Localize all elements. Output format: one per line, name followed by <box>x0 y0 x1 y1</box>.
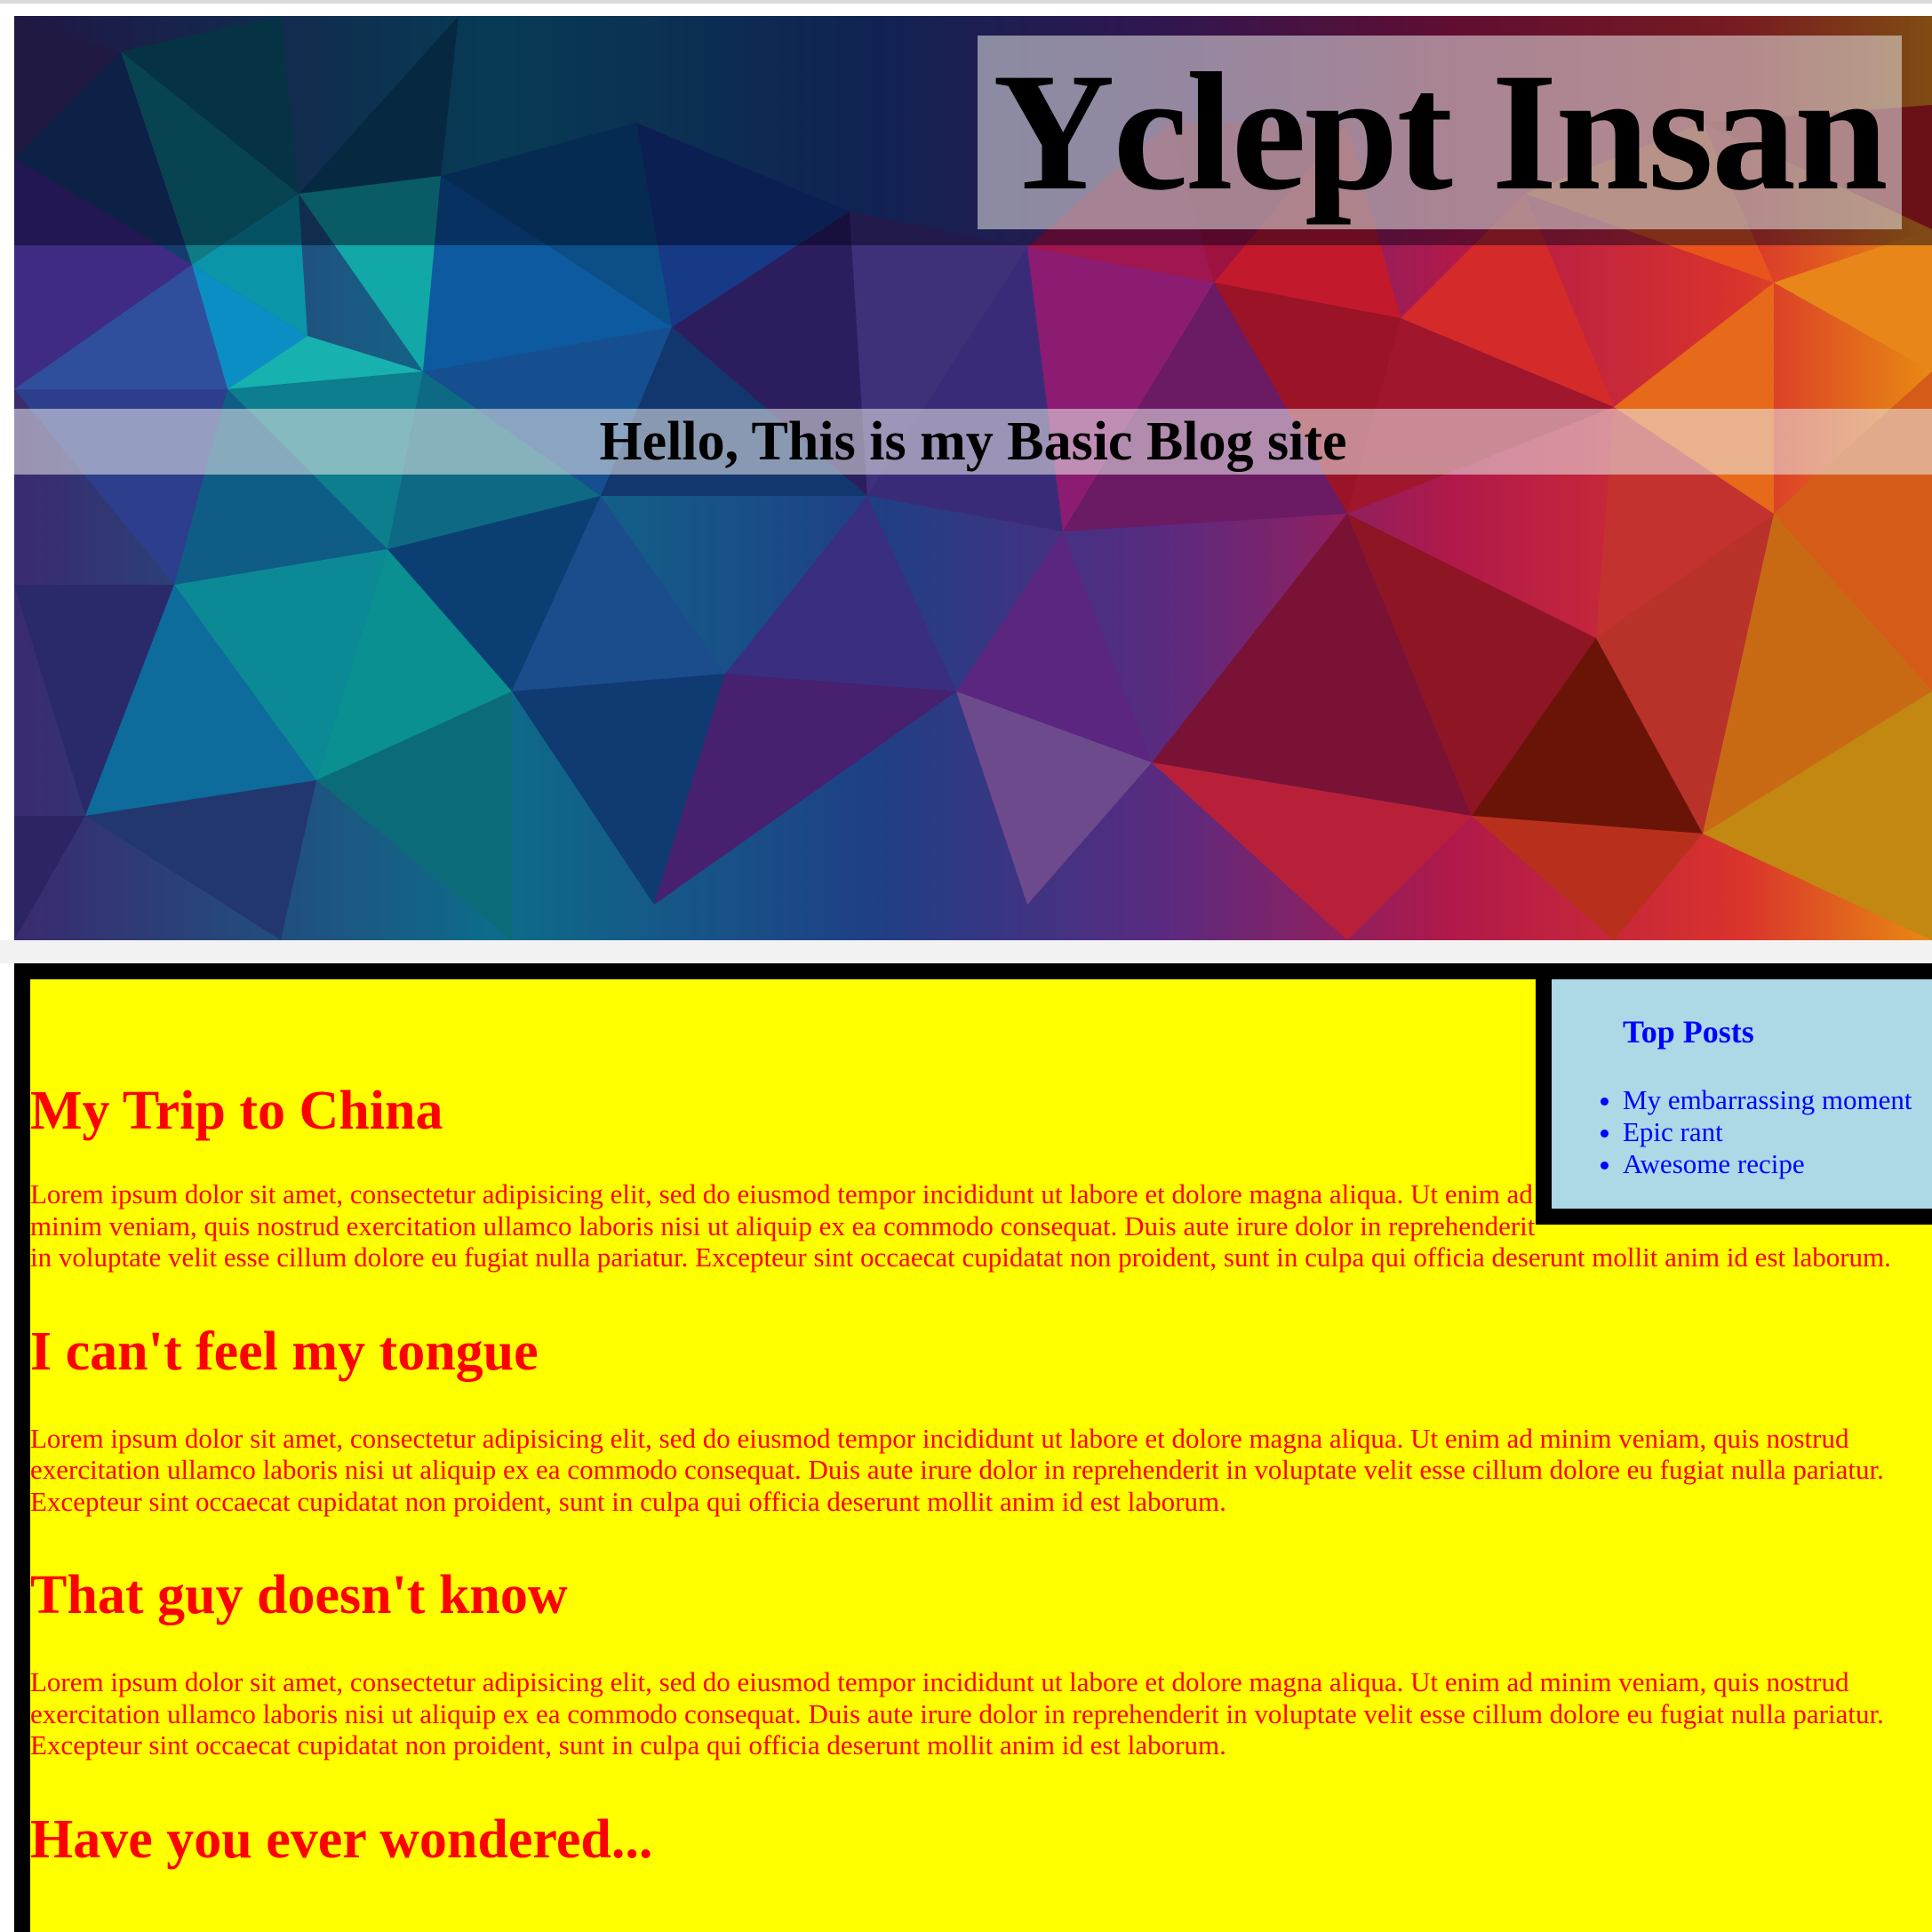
top-posts-sidebar: Top Posts My embarrassing moment Epic ra… <box>1536 979 1932 1225</box>
top-post-link[interactable]: My embarrassing moment <box>1623 1084 1912 1116</box>
site-title-box: Yclept Insan <box>978 36 1902 229</box>
site-tagline: Hello, This is my Basic Blog site <box>599 411 1347 472</box>
top-post-link[interactable]: Awesome recipe <box>1623 1148 1912 1180</box>
sidebar-title: Top Posts <box>1623 1014 1754 1050</box>
post-body: Lorem ipsum dolor sit amet, consectetur … <box>30 1666 1884 1760</box>
top-post-link[interactable]: Epic rant <box>1623 1116 1912 1148</box>
top-rule <box>0 0 1932 4</box>
site-title: Yclept Insan <box>993 39 1888 226</box>
section-divider <box>0 940 1932 963</box>
top-posts-list: My embarrassing moment Epic rant Awesome… <box>1623 1084 1912 1180</box>
post-title: I can't feel my tongue <box>30 1321 539 1382</box>
blog-post: I can't feel my tongue Lorem ipsum dolor… <box>30 1320 1932 1518</box>
blog-post: That guy doesn't know Lorem ipsum dolor … <box>30 1563 1932 1761</box>
blog-post: Have you ever wondered... <box>30 1808 1932 1872</box>
main-content: Top Posts My embarrassing moment Epic ra… <box>14 963 1932 1932</box>
header-banner: Yclept Insan Hello, This is my Basic Blo… <box>14 16 1932 940</box>
post-title: Have you ever wondered... <box>30 1808 653 1870</box>
post-body: Lorem ipsum dolor sit amet, consectetur … <box>30 1422 1884 1517</box>
tagline-band: Hello, This is my Basic Blog site <box>14 409 1932 475</box>
post-title: That guy doesn't know <box>30 1565 568 1625</box>
